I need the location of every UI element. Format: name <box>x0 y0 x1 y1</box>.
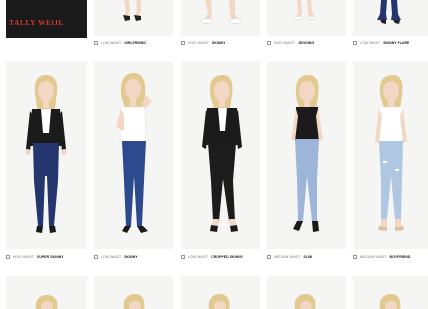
product-card-bottom-3[interactable] <box>181 276 260 309</box>
product-rise: HIGH WAIST <box>274 41 296 45</box>
compare-checkbox[interactable] <box>353 255 357 259</box>
compare-checkbox[interactable] <box>267 41 271 45</box>
product-rise: HIGH WAIST <box>13 255 35 259</box>
product-name: GIRLFRIEND <box>124 41 146 45</box>
product-card-top-1[interactable] <box>94 0 173 36</box>
product-name: SLIM <box>303 255 313 259</box>
model-figure <box>291 75 323 232</box>
compare-checkbox[interactable] <box>94 255 98 259</box>
compare-checkbox[interactable] <box>181 255 185 259</box>
product-caption-2[interactable]: LOW WAIST SKINNY <box>94 255 138 259</box>
product-caption-3[interactable]: LOW WAIST CROPPED SKINNY <box>181 255 243 259</box>
product-card-bottom-1[interactable] <box>6 276 87 309</box>
compare-checkbox[interactable] <box>94 41 98 45</box>
product-name: SUPER SKINNY <box>37 255 64 259</box>
product-caption-top-2[interactable]: HIGH WAIST SKINNY <box>181 41 225 45</box>
product-name: SKINNY <box>212 41 226 45</box>
product-rise: MEDIUM WAIST <box>360 255 387 259</box>
product-caption-5[interactable]: MEDIUM WAIST BOYFRIEND <box>353 255 410 259</box>
product-card-5[interactable] <box>353 61 428 249</box>
product-card-bottom-5[interactable] <box>353 276 428 309</box>
model-legs-heels <box>123 0 141 21</box>
compare-checkbox[interactable] <box>353 41 357 45</box>
model-head-partial <box>123 294 145 309</box>
brand-logo-card: TALLY WEiJL <box>6 0 87 38</box>
model-legs-sneakers <box>200 0 242 24</box>
model-head-partial <box>294 294 316 309</box>
product-name: CROPPED SKINNY <box>211 255 244 259</box>
product-rise: LOW WAIST <box>188 255 209 259</box>
product-card-2[interactable] <box>94 61 173 249</box>
model-head-partial <box>379 294 401 309</box>
product-caption-1[interactable]: HIGH WAIST SUPER SKINNY <box>6 255 64 259</box>
product-name: BOYFRIEND <box>389 255 411 259</box>
product-card-1[interactable] <box>6 61 87 249</box>
product-caption-top-3[interactable]: HIGH WAIST JEGGING <box>267 41 314 45</box>
product-grid-page: TALLY WEiJL LOW WAIST GIRLFRIEND HIGH WA… <box>0 0 428 309</box>
product-rise: LOW WAIST <box>360 41 381 45</box>
model-head-partial <box>35 295 58 309</box>
product-card-bottom-2[interactable] <box>94 276 173 309</box>
product-card-top-2[interactable] <box>181 0 260 36</box>
product-rise: HIGH WAIST <box>188 41 210 45</box>
product-rise: LOW WAIST <box>101 41 122 45</box>
model-figure <box>25 75 67 233</box>
product-name: SKINNY FLARE <box>383 41 410 45</box>
model-figure <box>116 73 152 233</box>
product-card-4[interactable] <box>267 61 346 249</box>
product-caption-4[interactable]: MEDIUM WAIST SLIM <box>267 255 312 259</box>
compare-checkbox[interactable] <box>181 41 185 45</box>
product-caption-top-1[interactable]: LOW WAIST GIRLFRIEND <box>94 41 146 45</box>
product-card-top-3[interactable] <box>267 0 346 36</box>
model-legs-flats <box>293 0 317 21</box>
product-card-top-4[interactable] <box>353 0 428 36</box>
compare-checkbox[interactable] <box>6 255 10 259</box>
model-head-partial <box>208 294 230 309</box>
product-card-bottom-4[interactable] <box>267 276 346 309</box>
product-name: JEGGING <box>298 41 315 45</box>
model-legs-flare-jeans <box>377 0 401 24</box>
product-rise: LOW WAIST <box>101 255 122 259</box>
model-figure <box>202 75 242 232</box>
compare-checkbox[interactable] <box>267 255 271 259</box>
model-figure <box>375 75 407 231</box>
product-card-3[interactable] <box>181 61 260 249</box>
brand-logo: TALLY WEiJL <box>9 18 64 27</box>
product-rise: MEDIUM WAIST <box>274 255 301 259</box>
product-name: SKINNY <box>124 255 138 259</box>
product-caption-top-4[interactable]: LOW WAIST SKINNY FLARE <box>353 41 409 45</box>
